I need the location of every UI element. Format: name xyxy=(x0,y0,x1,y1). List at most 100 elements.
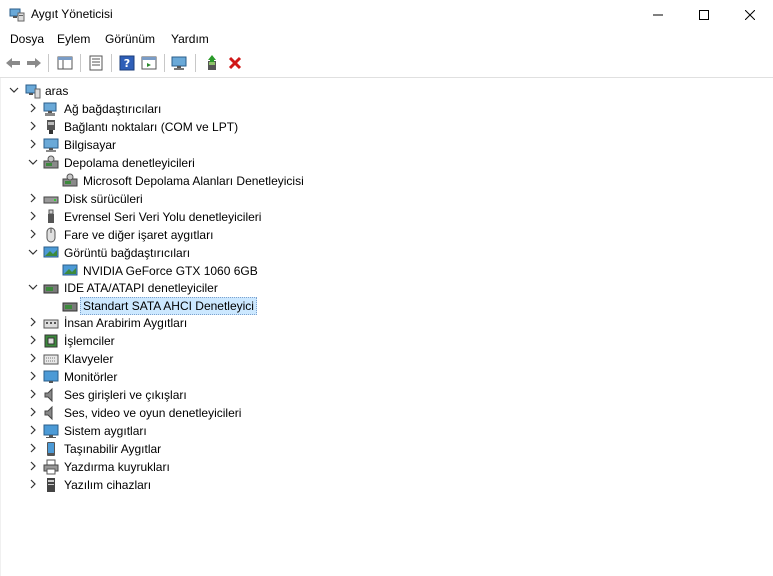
tree-item-label[interactable]: Bağlantı noktaları (COM ve LPT) xyxy=(64,119,238,135)
window-title: Aygıt Yöneticisi xyxy=(31,7,113,21)
expand-arrow[interactable] xyxy=(27,192,39,204)
expand-arrow[interactable] xyxy=(27,316,39,328)
tree-item-label[interactable]: Görüntü bağdaştırıcıları xyxy=(64,245,190,261)
tree-item-label[interactable]: Yazdırma kuyrukları xyxy=(64,459,170,475)
chevron-right-icon xyxy=(30,103,36,113)
forward-arrow-icon xyxy=(27,58,41,68)
expand-arrow[interactable] xyxy=(27,460,39,472)
expand-arrow[interactable] xyxy=(27,370,39,382)
expand-arrow[interactable] xyxy=(27,120,39,132)
storage-controller-icon xyxy=(62,173,78,187)
tree-child-label[interactable]: NVIDIA GeForce GTX 1060 6GB xyxy=(83,263,258,279)
tree-item-label[interactable]: Disk sürücüleri xyxy=(64,191,143,207)
usb-icon xyxy=(48,209,54,223)
network-adapter-icon xyxy=(43,102,57,116)
maximize-button[interactable] xyxy=(681,0,727,29)
tree-child-label-selected[interactable]: Standart SATA AHCI Denetleyici xyxy=(80,297,257,315)
action-pane-icon xyxy=(141,56,157,70)
expand-arrow[interactable] xyxy=(27,102,39,114)
chevron-right-icon xyxy=(30,425,36,435)
menu-bar: Dosya Eylem Görünüm Yardım xyxy=(0,29,773,49)
tree-root-label[interactable]: aras xyxy=(45,83,68,99)
expand-arrow[interactable] xyxy=(27,352,39,364)
properties-icon xyxy=(89,55,103,71)
help-icon: ? xyxy=(119,55,135,71)
port-icon xyxy=(47,120,55,134)
svg-text:?: ? xyxy=(124,57,130,70)
chevron-down-icon xyxy=(9,87,19,93)
tree-item-label[interactable]: Yazılım cihazları xyxy=(64,477,151,493)
chevron-right-icon xyxy=(30,317,36,327)
software-device-icon xyxy=(47,478,55,492)
expand-arrow[interactable] xyxy=(27,406,39,418)
expand-arrow[interactable] xyxy=(27,210,39,222)
computer-icon xyxy=(43,138,59,152)
minimize-button[interactable] xyxy=(635,0,681,29)
close-icon xyxy=(745,9,755,20)
properties-button[interactable] xyxy=(86,53,106,73)
tree-item-label[interactable]: Klavyeler xyxy=(64,351,113,367)
back-arrow-icon xyxy=(6,58,20,68)
display-adapter-icon xyxy=(62,264,78,276)
speaker-icon xyxy=(44,387,53,403)
tree-item-label[interactable]: Ağ bağdaştırıcıları xyxy=(64,101,161,117)
expand-arrow[interactable] xyxy=(27,246,39,258)
action-view-button[interactable] xyxy=(139,53,159,73)
chevron-right-icon xyxy=(30,211,36,221)
tree-item-label[interactable]: Bilgisayar xyxy=(64,137,116,153)
device-tree: aras Ağ bağdaştırıcıları Bağlantı noktal… xyxy=(0,78,773,576)
menu-help[interactable]: Yardım xyxy=(171,32,209,46)
chevron-right-icon xyxy=(30,353,36,363)
tree-item-label[interactable]: İşlemciler xyxy=(64,333,115,349)
chevron-right-icon xyxy=(30,335,36,345)
toolbar: ? xyxy=(0,50,773,78)
expand-arrow[interactable] xyxy=(27,156,39,168)
tree-item-label[interactable]: IDE ATA/ATAPI denetleyiciler xyxy=(64,280,218,296)
chevron-right-icon xyxy=(30,461,36,471)
toolbar-separator xyxy=(48,54,49,72)
forward-button[interactable] xyxy=(24,53,44,73)
tree-item-label[interactable]: Ses, video ve oyun denetleyicileri xyxy=(64,405,241,421)
update-driver-button[interactable] xyxy=(202,53,222,73)
speaker-icon xyxy=(44,405,53,421)
tree-item-label[interactable]: Depolama denetleyicileri xyxy=(64,155,195,171)
expand-arrow[interactable] xyxy=(27,228,39,240)
tree-item-label[interactable]: Sistem aygıtları xyxy=(64,423,147,439)
close-button[interactable] xyxy=(727,0,773,29)
chevron-right-icon xyxy=(30,121,36,131)
scan-monitor-icon xyxy=(171,56,187,70)
tree-item-label[interactable]: Fare ve diğer işaret aygıtları xyxy=(64,227,213,243)
show-hide-tree-button[interactable] xyxy=(55,53,75,73)
menu-file[interactable]: Dosya xyxy=(10,32,44,46)
expand-arrow[interactable] xyxy=(27,334,39,346)
minimize-icon xyxy=(653,14,663,15)
chevron-right-icon xyxy=(30,389,36,399)
chevron-down-icon xyxy=(28,159,38,165)
tree-item-label[interactable]: İnsan Arabirim Aygıtları xyxy=(64,315,187,331)
red-x-icon xyxy=(228,56,242,70)
scan-hardware-button[interactable] xyxy=(170,53,190,73)
chevron-down-icon xyxy=(28,284,38,290)
menu-action[interactable]: Eylem xyxy=(57,32,90,46)
uninstall-button[interactable] xyxy=(225,53,245,73)
expand-arrow[interactable] xyxy=(27,442,39,454)
expand-arrow[interactable] xyxy=(8,84,20,96)
keyboard-icon xyxy=(43,354,59,365)
tree-item-label[interactable]: Monitörler xyxy=(64,369,117,385)
processor-icon xyxy=(44,334,58,348)
expand-arrow[interactable] xyxy=(27,478,39,490)
tree-item-label[interactable]: Evrensel Seri Veri Yolu denetleyicileri xyxy=(64,209,261,225)
expand-arrow[interactable] xyxy=(27,138,39,150)
menu-view[interactable]: Görünüm xyxy=(105,32,155,46)
tree-child-label[interactable]: Microsoft Depolama Alanları Denetleyicis… xyxy=(83,173,304,189)
tree-item-label[interactable]: Taşınabilir Aygıtlar xyxy=(64,441,161,457)
chevron-right-icon xyxy=(30,407,36,417)
expand-arrow[interactable] xyxy=(27,388,39,400)
expand-arrow[interactable] xyxy=(27,281,39,293)
back-button[interactable] xyxy=(3,53,23,73)
help-button[interactable]: ? xyxy=(117,53,137,73)
tree-item-label[interactable]: Ses girişleri ve çıkışları xyxy=(64,387,187,403)
device-manager-icon xyxy=(9,8,25,22)
expand-arrow[interactable] xyxy=(27,424,39,436)
title-bar: Aygıt Yöneticisi xyxy=(0,0,773,29)
